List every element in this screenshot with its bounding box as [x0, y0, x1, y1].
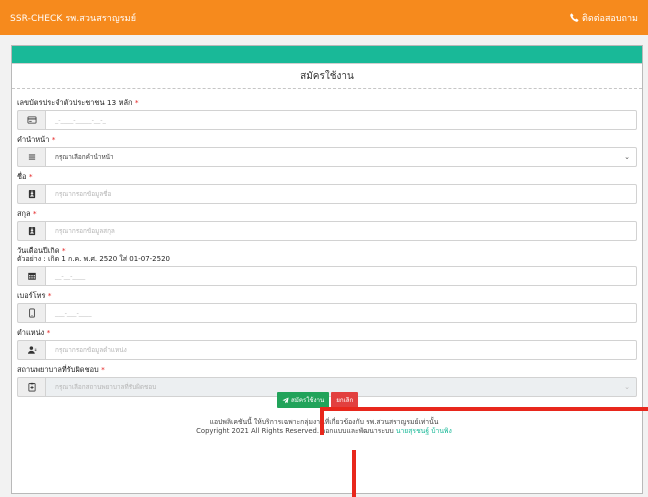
- phone-group: ___-___-____: [17, 303, 637, 323]
- submit-button[interactable]: สมัครใช้งาน: [277, 392, 330, 408]
- footer: แอปพลิเคชันนี้ ให้บริการเฉพาะกลุ่มงานที่…: [0, 418, 648, 436]
- list-icon: [17, 147, 45, 167]
- user-tie-icon: [17, 340, 45, 360]
- top-navbar: SSR-CHECK รพ.สวนสราญรมย์ ติดต่อสอบถาม: [0, 0, 648, 35]
- annotation-line-horizontal: [320, 407, 648, 411]
- birth-date-group: __-__-____: [17, 266, 637, 286]
- prefix-label: คำนำหน้า *: [17, 135, 56, 144]
- contact-label: ติดต่อสอบถาม: [582, 13, 638, 24]
- id-card-group: _-____-_____-__-_: [17, 110, 637, 130]
- last-name-input[interactable]: กรุณากรอกข้อมูลสกุล: [45, 221, 637, 241]
- position-label: ตำแหน่ง *: [17, 328, 51, 337]
- contact-link[interactable]: ติดต่อสอบถาม: [570, 11, 638, 25]
- register-form: เลขบัตรประจำตัวประชาชน 13 หลัก * _-____-…: [12, 89, 642, 397]
- page-title: สมัครใช้งาน: [12, 63, 642, 89]
- clipboard-icon: [17, 377, 45, 397]
- last-name-label: สกุล *: [17, 209, 37, 218]
- prefix-group: กรุณาเลือกคำนำหน้า ⌄: [17, 147, 637, 167]
- birth-date-example: ตัวอย่าง : เกิด 1 ก.ค. พ.ศ. 2520 ใส่ 01-…: [17, 255, 170, 263]
- footer-notice: แอปพลิเคชันนี้ ให้บริการเฉพาะกลุ่มงานที่…: [209, 418, 439, 426]
- mobile-icon: [17, 303, 45, 323]
- id-badge-icon: [17, 221, 45, 241]
- cancel-label: ยกเลิก: [336, 397, 354, 404]
- submit-label: สมัครใช้งาน: [291, 397, 325, 404]
- card-header-bar: [12, 46, 642, 63]
- footer-copyright: Copyright 2021 All Rights Reserved. ออกแ…: [196, 427, 452, 435]
- last-name-group: กรุณากรอกข้อมูลสกุล: [17, 221, 637, 241]
- position-group: กรุณากรอกข้อมูลตำแหน่ง: [17, 340, 637, 360]
- annotation-line-vertical-bottom: [352, 450, 356, 497]
- chevron-down-icon: ⌄: [624, 153, 630, 161]
- developer-link[interactable]: นายสุรชนฐ์ บ้านพิง: [396, 427, 452, 435]
- first-name-label: ชื่อ *: [17, 172, 33, 181]
- phone-icon: [570, 13, 579, 22]
- position-input[interactable]: กรุณากรอกข้อมูลตำแหน่ง: [45, 340, 637, 360]
- id-badge-icon: [17, 184, 45, 204]
- paper-plane-icon: [282, 396, 289, 403]
- id-card-icon: [17, 110, 45, 130]
- chevron-down-icon: ⌄: [624, 383, 630, 391]
- birth-date-input[interactable]: __-__-____: [45, 266, 637, 286]
- prefix-select[interactable]: กรุณาเลือกคำนำหน้า ⌄: [45, 147, 637, 167]
- birth-date-label: วันเดือนปีเกิด *: [17, 246, 66, 255]
- form-actions: สมัครใช้งาน ยกเลิก: [277, 392, 359, 408]
- calendar-icon: [17, 266, 45, 286]
- phone-label: เบอร์โทร *: [17, 291, 52, 300]
- cancel-button[interactable]: ยกเลิก: [331, 392, 359, 408]
- first-name-group: กรุณากรอกข้อมูลชื่อ: [17, 184, 637, 204]
- first-name-input[interactable]: กรุณากรอกข้อมูลชื่อ: [45, 184, 637, 204]
- phone-input[interactable]: ___-___-____: [45, 303, 637, 323]
- hospital-label: สถานพยาบาลที่รับผิดชอบ *: [17, 365, 105, 374]
- app-brand[interactable]: SSR-CHECK รพ.สวนสราญรมย์: [10, 11, 136, 25]
- id-card-label: เลขบัตรประจำตัวประชาชน 13 หลัก *: [17, 98, 139, 107]
- id-card-input[interactable]: _-____-_____-__-_: [45, 110, 637, 130]
- annotation-line-vertical-left: [320, 407, 324, 435]
